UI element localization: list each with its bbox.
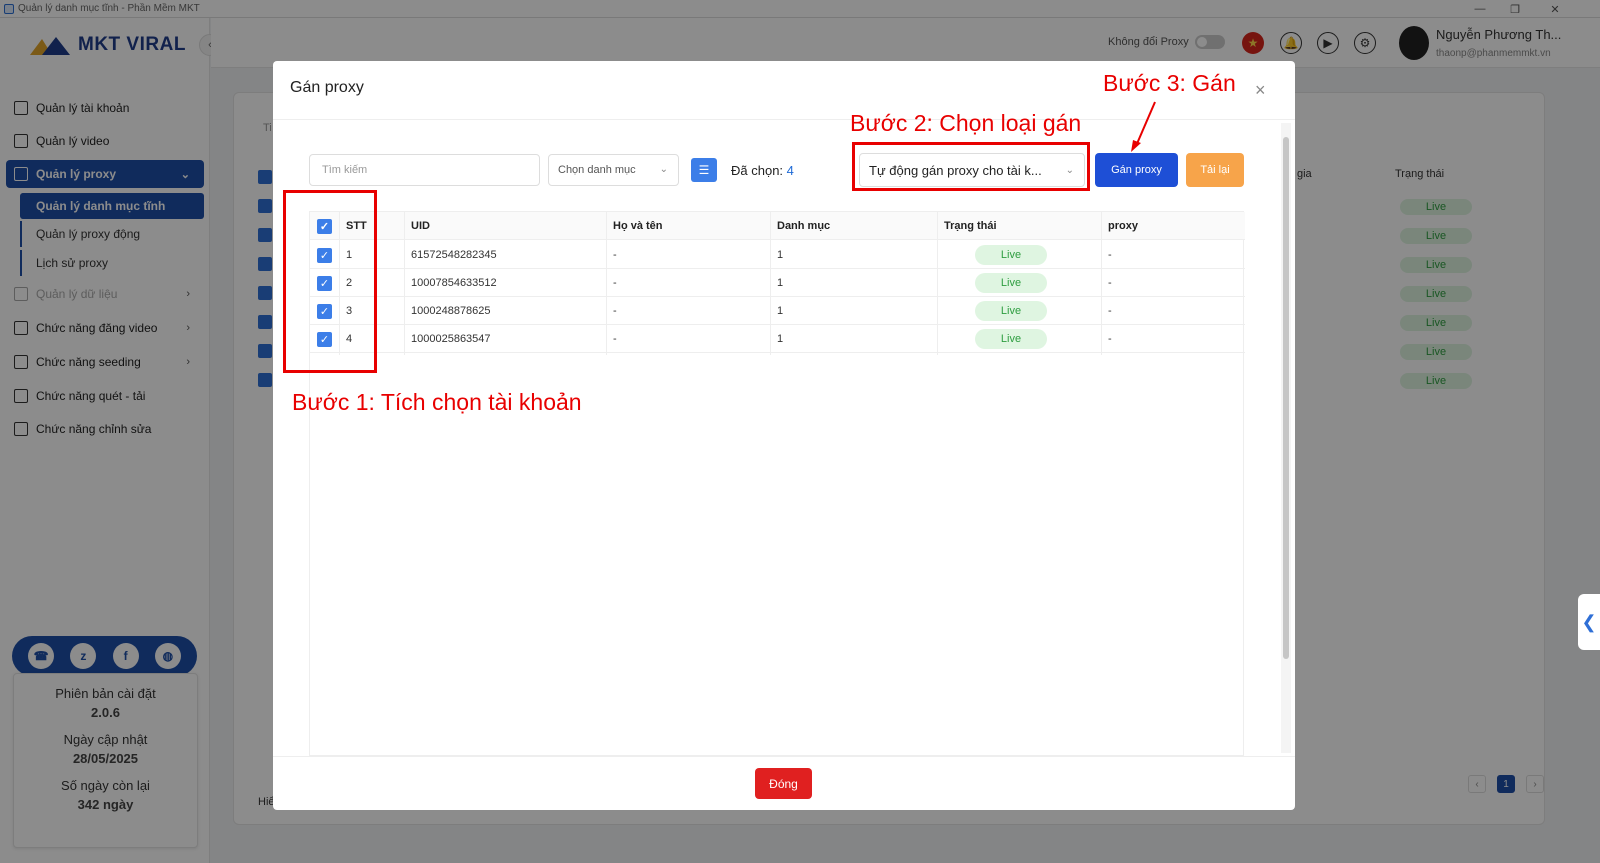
- modal-title: Gán proxy: [290, 79, 364, 96]
- column-divider: [404, 212, 405, 355]
- filter-button[interactable]: ☰: [691, 158, 717, 182]
- status-badge: Live: [975, 301, 1047, 321]
- cell-category: 1: [777, 277, 784, 289]
- status-badge: Live: [975, 273, 1047, 293]
- cell-name: -: [613, 333, 617, 345]
- column-divider: [937, 212, 938, 355]
- cell-proxy: -: [1108, 333, 1112, 345]
- cell-status: Live: [975, 269, 1047, 297]
- header-uid: UID: [411, 220, 430, 232]
- table-header: ✓ STT UID Họ và tên Danh mục Trạng thái …: [310, 212, 1245, 240]
- status-badge: Live: [975, 329, 1047, 349]
- annotation-arrow-icon: [1131, 101, 1156, 152]
- cell-uid: 61572548282345: [411, 249, 497, 261]
- chevron-down-icon: ⌄: [659, 164, 668, 175]
- cell-category: 1: [777, 305, 784, 317]
- selected-count: Đã chọn: 4: [731, 163, 794, 178]
- cell-name: -: [613, 277, 617, 289]
- table-row[interactable]: ✓ 1 61572548282345 - 1 Live -: [310, 241, 1245, 269]
- close-button[interactable]: Đóng: [755, 768, 812, 799]
- category-select[interactable]: Chọn danh mục ⌄: [548, 154, 679, 186]
- status-badge: Live: [975, 245, 1047, 265]
- cell-proxy: -: [1108, 305, 1112, 317]
- assign-proxy-button[interactable]: Gán proxy: [1095, 153, 1178, 187]
- cell-name: -: [613, 249, 617, 261]
- cell-proxy: -: [1108, 277, 1112, 289]
- cell-category: 1: [777, 249, 784, 261]
- cell-category: 1: [777, 333, 784, 345]
- selected-label: Đã chọn:: [731, 163, 784, 178]
- side-panel-tab[interactable]: ❮: [1578, 594, 1600, 650]
- accounts-table: ✓ STT UID Họ và tên Danh mục Trạng thái …: [309, 211, 1245, 756]
- annotation-step3: Bước 3: Gán: [1103, 70, 1236, 96]
- cell-uid: 1000025863547: [411, 333, 491, 345]
- assign-proxy-modal: Gán proxy × Tìm kiếm Chọn danh mục ⌄ ☰ Đ…: [273, 61, 1295, 810]
- annotation-step2: Bước 2: Chọn loại gán: [850, 110, 1082, 136]
- cell-proxy: -: [1108, 249, 1112, 261]
- cell-status: Live: [975, 325, 1047, 353]
- header-proxy: proxy: [1108, 220, 1138, 232]
- column-divider: [770, 212, 771, 355]
- table-row[interactable]: ✓ 3 1000248878625 - 1 Live -: [310, 297, 1245, 325]
- cell-uid: 1000248878625: [411, 305, 491, 317]
- cell-name: -: [613, 305, 617, 317]
- header-category: Danh mục: [777, 220, 831, 232]
- reload-button[interactable]: Tải lại: [1186, 153, 1244, 187]
- cell-uid: 10007854633512: [411, 277, 497, 289]
- annotation-box-checkboxes: [283, 190, 377, 373]
- selected-number: 4: [786, 163, 794, 178]
- column-divider: [606, 212, 607, 355]
- table-row[interactable]: ✓ 2 10007854633512 - 1 Live -: [310, 269, 1245, 297]
- scrollbar-thumb[interactable]: [1283, 137, 1289, 659]
- annotation-box-assign-type: [852, 142, 1090, 191]
- column-divider: [1101, 212, 1102, 355]
- close-icon[interactable]: ×: [1255, 80, 1266, 101]
- table-row[interactable]: ✓ 4 1000025863547 - 1 Live -: [310, 325, 1245, 353]
- search-input[interactable]: Tìm kiếm: [309, 154, 540, 186]
- cell-status: Live: [975, 241, 1047, 269]
- category-select-value: Chọn danh mục: [558, 164, 636, 176]
- annotation-step1: Bước 1: Tích chọn tài khoản: [292, 389, 582, 415]
- header-name: Họ và tên: [613, 220, 663, 232]
- divider: [273, 756, 1295, 757]
- header-status: Trạng thái: [944, 220, 997, 232]
- cell-status: Live: [975, 297, 1047, 325]
